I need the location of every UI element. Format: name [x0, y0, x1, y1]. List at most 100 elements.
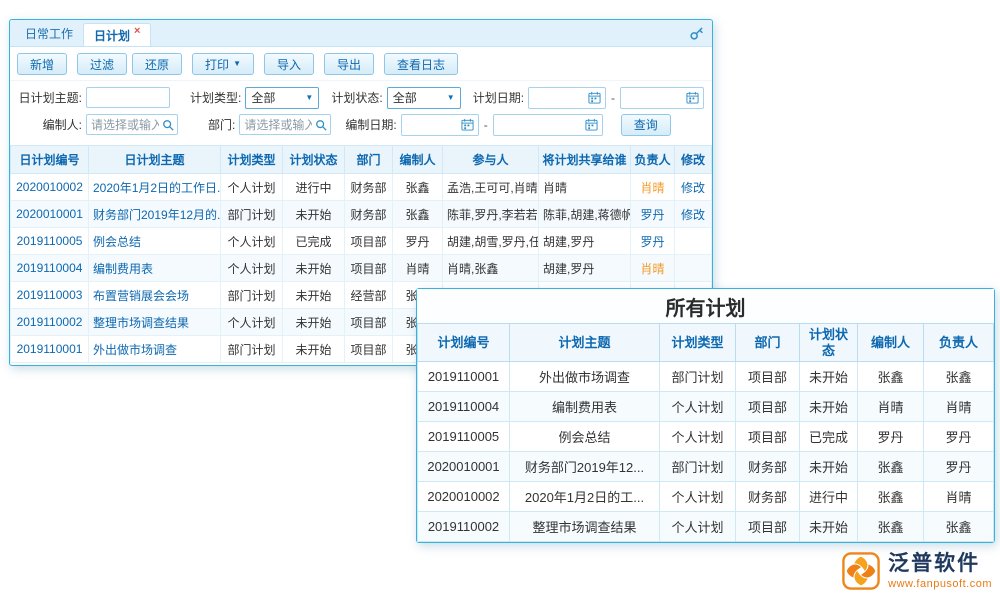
chevron-down-icon: ▼ [233, 60, 241, 68]
plan-status-cell: 未开始 [283, 201, 345, 228]
plan-participants-cell: 胡建,胡雪,罗丹,任晓... [443, 228, 539, 255]
plan-status-cell: 未开始 [283, 309, 345, 336]
logo-website-link[interactable]: www.fanpusoft.com [888, 578, 992, 590]
subject-filter-input[interactable] [86, 87, 170, 108]
plan-subject-cell: 整理市场调查结果 [510, 512, 660, 542]
calendar-icon [686, 91, 699, 104]
all-plans-row: 2019110002 整理市场调查结果 个人计划 项目部 未开始 张鑫 张鑫 [418, 512, 994, 542]
close-tab-icon[interactable]: × [134, 25, 140, 37]
daily-plan-row[interactable]: 2020010001 财务部门2019年12月的... 部门计划 未开始 财务部… [11, 201, 712, 228]
import-button[interactable]: 导入 [264, 53, 314, 75]
search-icon[interactable] [162, 119, 174, 131]
modify-link[interactable] [675, 255, 712, 282]
plan-type-cell: 部门计划 [221, 282, 283, 309]
plan-subject-link[interactable]: 编制费用表 [89, 255, 221, 282]
modify-link[interactable]: 修改 [675, 201, 712, 228]
export-button[interactable]: 导出 [324, 53, 374, 75]
plan-code-link[interactable]: 2019110001 [11, 336, 89, 363]
status-filter-label: 计划状态: [331, 89, 382, 106]
print-button[interactable]: 打印 ▼ [192, 53, 254, 75]
fanpu-logo-icon [842, 552, 880, 590]
column-header[interactable]: 参与人 [443, 146, 539, 174]
plan-code-link[interactable]: 2019110003 [11, 282, 89, 309]
column-header[interactable]: 负责人 [631, 146, 675, 174]
plan-status-cell: 已完成 [800, 422, 858, 452]
view-log-button[interactable]: 查看日志 [384, 53, 458, 75]
restore-button[interactable]: 还原 [132, 53, 182, 75]
plan-type-cell: 个人计划 [660, 512, 736, 542]
plan-type-cell: 个人计划 [660, 422, 736, 452]
plan-status-cell: 进行中 [283, 174, 345, 201]
daily-plan-row[interactable]: 2019110005 例会总结 个人计划 已完成 项目部 罗丹 胡建,胡雪,罗丹… [11, 228, 712, 255]
plan-dept-cell: 财务部 [345, 174, 393, 201]
column-header[interactable]: 计划类型 [221, 146, 283, 174]
plan-subject-link[interactable]: 例会总结 [89, 228, 221, 255]
plan-subject-link[interactable]: 财务部门2019年12月的... [89, 201, 221, 228]
compile-date-to-input[interactable] [493, 114, 603, 136]
filter-button[interactable]: 过滤 [77, 53, 127, 75]
column-header[interactable]: 日计划主题 [89, 146, 221, 174]
plan-status-cell: 未开始 [800, 362, 858, 392]
plan-dept-cell: 财务部 [736, 452, 800, 482]
plan-subject-link[interactable]: 2020年1月2日的工作日... [89, 174, 221, 201]
type-select[interactable]: 全部 ▼ [245, 87, 319, 109]
plan-code-link[interactable]: 2020010002 [11, 174, 89, 201]
tab-daily-plan[interactable]: 日计划 × [83, 23, 151, 46]
plan-code-cell: 2019110001 [418, 362, 510, 392]
column-header[interactable]: 日计划编号 [11, 146, 89, 174]
plan-dept-cell: 经营部 [345, 282, 393, 309]
column-header[interactable]: 计划状态 [283, 146, 345, 174]
daily-plan-row[interactable]: 2020010002 2020年1月2日的工作日... 个人计划 进行中 财务部… [11, 174, 712, 201]
plan-type-cell: 个人计划 [221, 228, 283, 255]
plan-dept-cell: 项目部 [345, 309, 393, 336]
plan-owner-cell: 肖晴 [924, 482, 994, 512]
modify-link[interactable] [675, 228, 712, 255]
add-button-label: 新增 [30, 56, 54, 73]
column-header[interactable]: 修改 [675, 146, 712, 174]
all-plans-row: 2020010002 2020年1月2日的工... 个人计划 财务部 进行中 张… [418, 482, 994, 512]
add-button[interactable]: 新增 [17, 53, 67, 75]
plan-type-cell: 部门计划 [221, 336, 283, 363]
dept-filter-label: 部门: [208, 116, 235, 133]
column-header[interactable]: 编制人 [393, 146, 443, 174]
plan-code-cell: 2019110005 [418, 422, 510, 452]
all-plans-table-body: 2019110001 外出做市场调查 部门计划 项目部 未开始 张鑫 张鑫 20… [418, 362, 994, 542]
plan-code-cell: 2020010002 [418, 482, 510, 512]
plan-code-link[interactable]: 2019110004 [11, 255, 89, 282]
tab-daily-work[interactable]: 日常工作 [15, 20, 83, 46]
plan-subject-link[interactable]: 布置营销展会会场 [89, 282, 221, 309]
search-icon[interactable] [315, 119, 327, 131]
status-select[interactable]: 全部 ▼ [387, 87, 461, 109]
filter-restore-group: 过滤 还原 [77, 53, 182, 75]
query-button[interactable]: 查询 [621, 114, 671, 136]
plan-status-cell: 已完成 [283, 228, 345, 255]
plan-type-cell: 个人计划 [660, 482, 736, 512]
all-plans-title: 所有计划 [417, 289, 994, 323]
plan-status-cell: 未开始 [800, 392, 858, 422]
plan-owner-cell: 罗丹 [924, 452, 994, 482]
plan-owner-cell: 罗丹 [924, 422, 994, 452]
tab-daily-plan-label: 日计划 [94, 27, 130, 44]
column-header: 计划类型 [660, 324, 736, 362]
modify-link[interactable]: 修改 [675, 174, 712, 201]
all-plans-row: 2019110004 编制费用表 个人计划 项目部 未开始 肖晴 肖晴 [418, 392, 994, 422]
column-header[interactable]: 部门 [345, 146, 393, 174]
plan-date-to-input[interactable] [620, 87, 704, 109]
plan-subject-link[interactable]: 外出做市场调查 [89, 336, 221, 363]
plan-owner-cell: 张鑫 [924, 362, 994, 392]
plan-owner-cell: 罗丹 [631, 201, 675, 228]
plan-participants-cell: 肖晴,张鑫 [443, 255, 539, 282]
plan-code-link[interactable]: 2019110005 [11, 228, 89, 255]
plan-dept-cell: 项目部 [736, 422, 800, 452]
key-icon[interactable] [689, 26, 704, 41]
plan-dept-cell: 项目部 [345, 255, 393, 282]
plan-author-cell: 张鑫 [393, 201, 443, 228]
all-plans-row: 2020010001 财务部门2019年12... 部门计划 财务部 未开始 张… [418, 452, 994, 482]
plan-code-link[interactable]: 2020010001 [11, 201, 89, 228]
compile-date-from-input[interactable] [401, 114, 479, 136]
plan-code-link[interactable]: 2019110002 [11, 309, 89, 336]
plan-date-from-input[interactable] [528, 87, 606, 109]
column-header[interactable]: 将计划共享给谁 [539, 146, 631, 174]
plan-subject-link[interactable]: 整理市场调查结果 [89, 309, 221, 336]
daily-plan-row[interactable]: 2019110004 编制费用表 个人计划 未开始 项目部 肖晴 肖晴,张鑫 胡… [11, 255, 712, 282]
